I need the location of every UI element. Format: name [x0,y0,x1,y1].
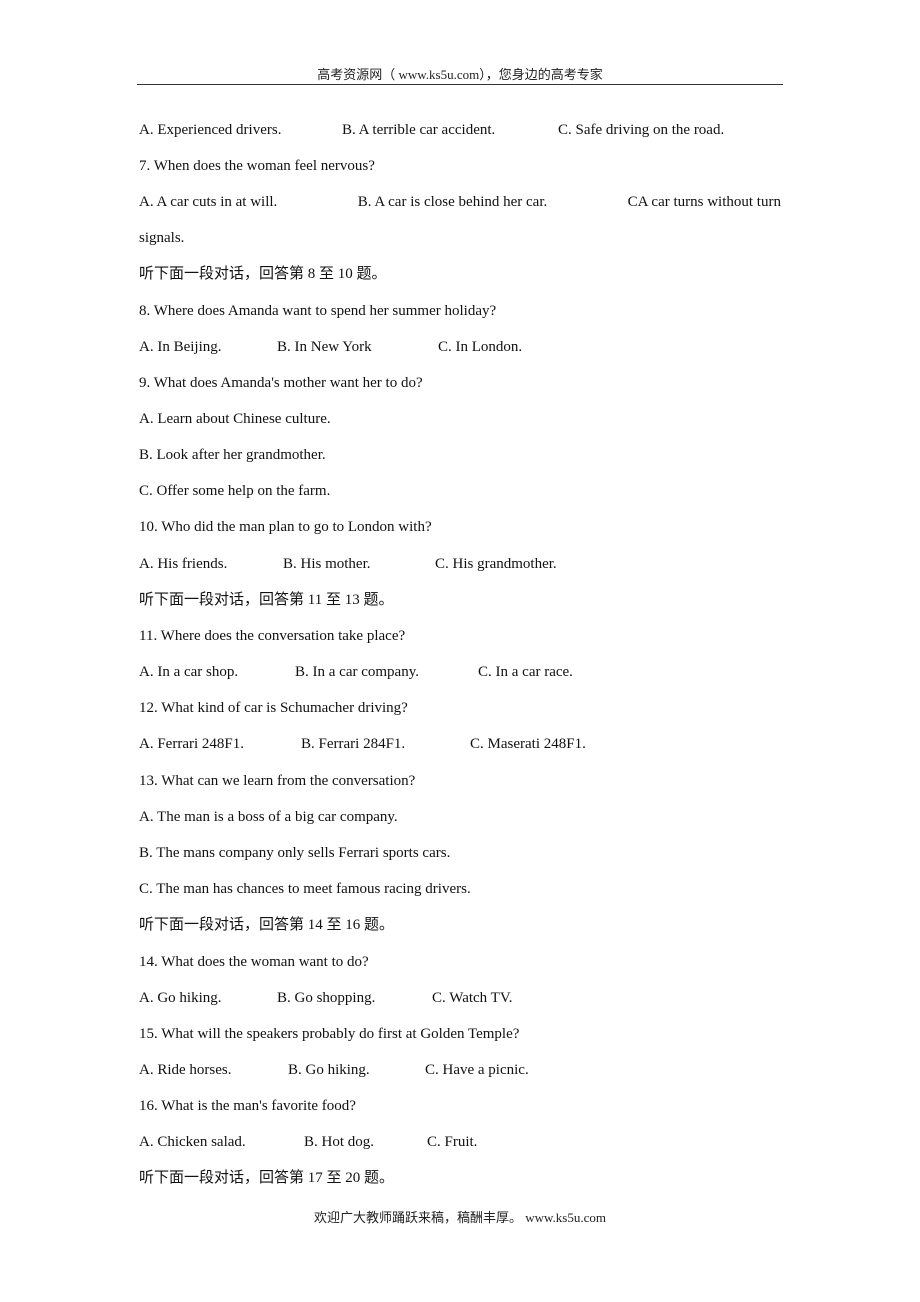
q11-option-c: C. In a car race. [478,664,573,680]
q14-option-c: C. Watch TV. [432,990,513,1006]
q8-option-b: B. In New York [277,339,372,355]
q9-option-a: A. Learn about Chinese culture. [139,411,331,427]
q7-option-b: B. A car is close behind her car. [357,194,548,210]
q15-option-a: A. Ride horses. [139,1062,232,1078]
q16-option-b: B. Hot dog. [304,1134,375,1150]
q7-option-a: A. A car cuts in at will. [139,194,278,210]
q12-option-a: A. Ferrari 248F1. [139,736,244,752]
q13-option-c: C. The man has chances to meet famous ra… [139,881,471,897]
q12-option-b: B. Ferrari 284F1. [301,736,406,752]
q6-option-c: C. Safe driving on the road. [558,122,725,138]
q10-option-c: C. His grandmother. [435,556,557,572]
q11-option-b: B. In a car company. [295,664,419,680]
page-footer: 欢迎广大教师踊跃来稿，稿酬丰厚。 www.ks5u.com [313,1210,606,1225]
q13-option-a: A. The man is a boss of a big car compan… [139,809,398,825]
q13-option-b: B. The mans company only sells Ferrari s… [139,845,451,861]
page-header: 高考资源网（ www.ks5u.com），您身边的高考专家 [317,67,603,82]
q8-question: 8. Where does Amanda want to spend her s… [139,303,497,319]
q6-option-b: B. A terrible car accident. [342,122,496,138]
header-divider [137,84,783,85]
q10-question: 10. Who did the man plan to go to London… [139,519,432,535]
q9-question: 9. What does Amanda's mother want her to… [139,375,423,391]
q15-option-b: B. Go hiking. [288,1062,370,1078]
q12-option-c: C. Maserati 248F1. [470,736,586,752]
q16-option-c: C. Fruit. [427,1134,478,1150]
q13-question: 13. What can we learn from the conversat… [139,773,416,789]
q6-option-a: A. Experienced drivers. [139,122,282,138]
section-instruction-11-13: 听下面一段对话，回答第 11 至 13 题。 [139,592,394,608]
q11-option-a: A. In a car shop. [139,664,239,680]
q9-option-b: B. Look after her grandmother. [139,447,326,463]
section-instruction-8-10: 听下面一段对话，回答第 8 至 10 题。 [139,266,387,282]
q12-question: 12. What kind of car is Schumacher drivi… [139,700,408,716]
q14-option-b: B. Go shopping. [277,990,376,1006]
q15-option-c: C. Have a picnic. [425,1062,529,1078]
q7-question: 7. When does the woman feel nervous? [139,158,375,174]
q14-option-a: A. Go hiking. [139,990,222,1006]
q16-option-a: A. Chicken salad. [139,1134,246,1150]
q15-question: 15. What will the speakers probably do f… [139,1026,520,1042]
q16-question: 16. What is the man's favorite food? [139,1098,356,1114]
q11-question: 11. Where does the conversation take pla… [139,628,406,644]
q8-option-c: C. In London. [438,339,523,355]
q7-option-c: CA car turns without turn [627,194,781,210]
q7-options: A. A car cuts in at will. B. A car is cl… [139,193,781,211]
q10-option-b: B. His mother. [283,556,371,572]
q10-option-a: A. His friends. [139,556,228,572]
section-instruction-17-20: 听下面一段对话，回答第 17 至 20 题。 [139,1170,395,1186]
q14-question: 14. What does the woman want to do? [139,954,369,970]
section-instruction-14-16: 听下面一段对话，回答第 14 至 16 题。 [139,917,395,933]
q7-option-c-continued: signals. [139,230,185,246]
q8-option-a: A. In Beijing. [139,339,222,355]
q9-option-c: C. Offer some help on the farm. [139,483,331,499]
